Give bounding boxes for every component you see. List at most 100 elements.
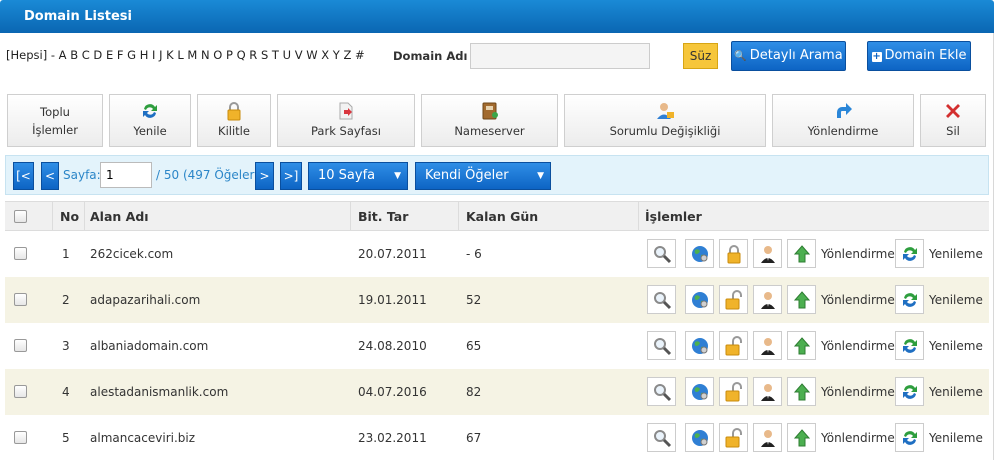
- first-page-button[interactable]: [<: [13, 162, 34, 190]
- domain-name[interactable]: almancaceviri.biz: [90, 431, 195, 445]
- row-checkbox[interactable]: [14, 247, 27, 260]
- redirect-button[interactable]: [787, 331, 816, 360]
- row-checkbox[interactable]: [14, 339, 27, 352]
- redirect-link[interactable]: Yönlendirme: [821, 293, 895, 307]
- next-page-button[interactable]: >: [255, 162, 274, 190]
- alphabet-letter-link[interactable]: P: [226, 48, 237, 62]
- alphabet-letter-link[interactable]: O: [213, 48, 226, 62]
- alphabet-letter-link[interactable]: X: [321, 48, 333, 62]
- refresh-button[interactable]: Yenile: [109, 94, 191, 147]
- advanced-search-button[interactable]: 🔍 Detaylı Arama: [731, 41, 846, 71]
- contact-button[interactable]: [753, 331, 782, 360]
- view-button[interactable]: [647, 331, 676, 360]
- redirect-link[interactable]: Yönlendirme: [821, 385, 895, 399]
- alphabet-letter-link[interactable]: M: [187, 48, 201, 62]
- dns-button[interactable]: [685, 423, 714, 452]
- alphabet-letter-link[interactable]: Q: [237, 48, 250, 62]
- alphabet-letter-link[interactable]: C: [82, 48, 94, 62]
- alphabet-all-link[interactable]: [Hepsi]: [6, 48, 47, 62]
- view-button[interactable]: [647, 423, 676, 452]
- alphabet-letter-link[interactable]: K: [166, 48, 177, 62]
- alphabet-letter-link[interactable]: H: [140, 48, 152, 62]
- page-number-input[interactable]: [100, 162, 152, 188]
- alphabet-letter-link[interactable]: V: [295, 48, 307, 62]
- renew-button[interactable]: [895, 423, 924, 452]
- view-button[interactable]: [647, 239, 676, 268]
- item-filter-select[interactable]: Kendi Öğeler ▼: [415, 162, 551, 190]
- contact-button[interactable]: [753, 239, 782, 268]
- redirect-button[interactable]: [787, 423, 816, 452]
- redirect-button[interactable]: Yönlendirme: [772, 94, 914, 147]
- dns-button[interactable]: [685, 239, 714, 268]
- dns-button[interactable]: [685, 331, 714, 360]
- renew-link[interactable]: Yenileme: [929, 339, 983, 353]
- alphabet-letter-link[interactable]: E: [106, 48, 117, 62]
- redirect-button[interactable]: [787, 377, 816, 406]
- lock-toggle-button[interactable]: [719, 423, 748, 452]
- renew-link[interactable]: Yenileme: [929, 385, 983, 399]
- lock-toggle-button[interactable]: [719, 331, 748, 360]
- nameserver-button[interactable]: Nameserver: [421, 94, 558, 147]
- redirect-link[interactable]: Yönlendirme: [821, 339, 895, 353]
- alphabet-letter-link[interactable]: B: [70, 48, 82, 62]
- redirect-link[interactable]: Yönlendirme: [821, 247, 895, 261]
- alphabet-letter-link[interactable]: N: [201, 48, 213, 62]
- alphabet-letter-link[interactable]: G: [127, 48, 140, 62]
- alphabet-letter-link[interactable]: L: [177, 48, 187, 62]
- select-all-checkbox[interactable]: [14, 210, 27, 223]
- add-domain-button[interactable]: + Domain Ekle: [867, 41, 971, 71]
- alphabet-letter-link[interactable]: Z: [343, 48, 355, 62]
- renew-button[interactable]: [895, 377, 924, 406]
- alphabet-letter-link[interactable]: D: [93, 48, 106, 62]
- bulk-actions-button[interactable]: Toplu İşlemler: [7, 94, 103, 147]
- row-checkbox[interactable]: [14, 385, 27, 398]
- park-page-button[interactable]: Park Sayfası: [277, 94, 415, 147]
- contact-change-button[interactable]: Sorumlu Değişikliği: [564, 94, 766, 147]
- header-domain[interactable]: Alan Adı: [90, 209, 149, 224]
- domain-name[interactable]: adapazarihali.com: [90, 293, 200, 307]
- renew-button[interactable]: [895, 285, 924, 314]
- domain-search-input[interactable]: [470, 43, 650, 69]
- row-checkbox[interactable]: [14, 293, 27, 306]
- lock-toggle-button[interactable]: [719, 377, 748, 406]
- renew-link[interactable]: Yenileme: [929, 293, 983, 307]
- contact-button[interactable]: [753, 285, 782, 314]
- alphabet-letter-link[interactable]: F: [117, 48, 127, 62]
- row-checkbox[interactable]: [14, 431, 27, 444]
- delete-button[interactable]: Sil: [920, 94, 986, 147]
- lock-button[interactable]: Kilitle: [197, 94, 271, 147]
- renew-button[interactable]: [895, 331, 924, 360]
- last-page-button[interactable]: >]: [280, 162, 302, 190]
- prev-page-button[interactable]: <: [41, 162, 59, 190]
- alphabet-letter-link[interactable]: U: [283, 48, 295, 62]
- delete-x-icon: [946, 104, 960, 118]
- per-page-select[interactable]: 10 Sayfa ▼: [308, 162, 408, 190]
- header-remaining[interactable]: Kalan Gün: [466, 209, 538, 224]
- filter-button[interactable]: Süz: [683, 43, 718, 69]
- redirect-button[interactable]: [787, 285, 816, 314]
- alphabet-letter-link[interactable]: Y: [333, 48, 344, 62]
- alphabet-letter-link[interactable]: #: [355, 48, 365, 62]
- renew-link[interactable]: Yenileme: [929, 247, 983, 261]
- renew-link[interactable]: Yenileme: [929, 431, 983, 445]
- redirect-button[interactable]: [787, 239, 816, 268]
- lock-toggle-button[interactable]: [719, 285, 748, 314]
- domain-name[interactable]: albaniadomain.com: [90, 339, 208, 353]
- contact-button[interactable]: [753, 423, 782, 452]
- renew-button[interactable]: [895, 239, 924, 268]
- domain-name[interactable]: 262cicek.com: [90, 247, 173, 261]
- view-button[interactable]: [647, 285, 676, 314]
- alphabet-letter-link[interactable]: T: [272, 48, 283, 62]
- lock-toggle-button[interactable]: [719, 239, 748, 268]
- view-button[interactable]: [647, 377, 676, 406]
- alphabet-letter-link[interactable]: R: [249, 48, 261, 62]
- alphabet-letter-link[interactable]: A: [59, 48, 71, 62]
- alphabet-letter-link[interactable]: W: [306, 48, 321, 62]
- contact-button[interactable]: [753, 377, 782, 406]
- alphabet-letter-link[interactable]: S: [261, 48, 272, 62]
- dns-button[interactable]: [685, 285, 714, 314]
- header-expiry[interactable]: Bit. Tar: [358, 209, 408, 224]
- dns-button[interactable]: [685, 377, 714, 406]
- domain-name[interactable]: alestadanismanlik.com: [90, 385, 228, 399]
- redirect-link[interactable]: Yönlendirme: [821, 431, 895, 445]
